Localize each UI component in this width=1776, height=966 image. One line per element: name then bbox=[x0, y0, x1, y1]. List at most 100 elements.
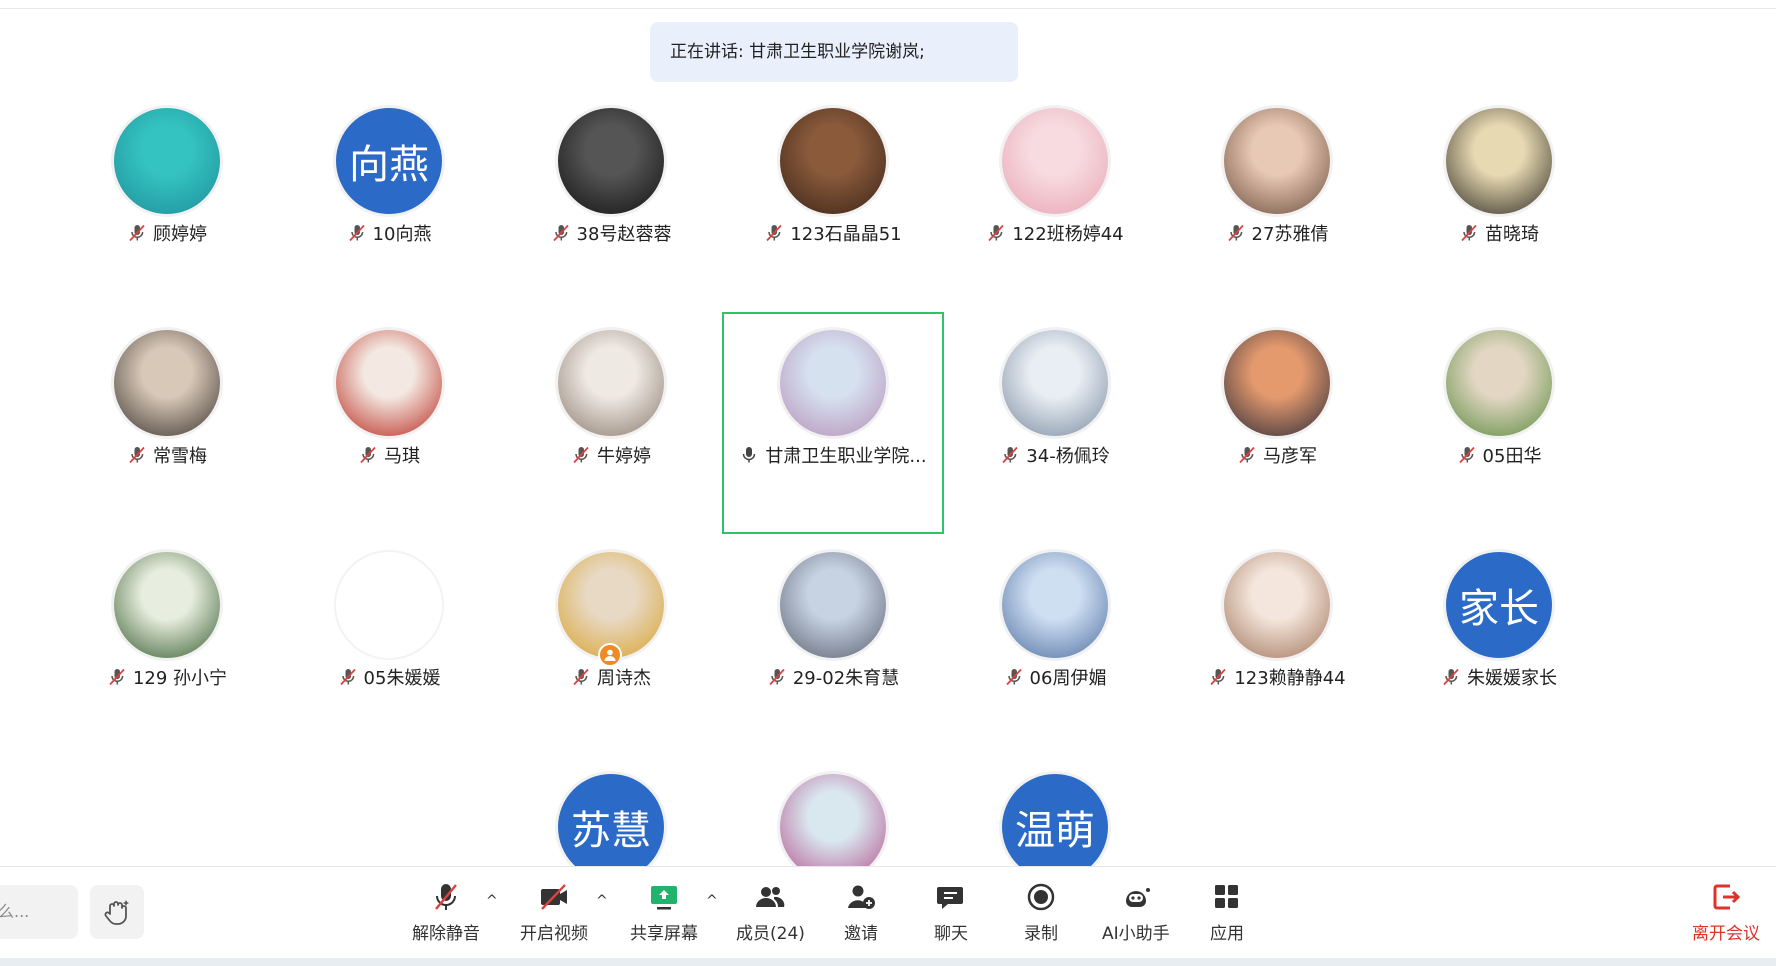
avatar-photo bbox=[1002, 330, 1108, 436]
participant-tile[interactable]: 27苏雅倩 bbox=[1166, 90, 1388, 312]
avatar bbox=[780, 330, 886, 436]
raise-hand-button[interactable] bbox=[90, 885, 144, 939]
participant-name-row: 05田华 bbox=[1388, 440, 1610, 470]
mic-icon bbox=[743, 447, 756, 463]
avatar-photo bbox=[1002, 108, 1108, 214]
participant-tile[interactable]: 苗晓琦 bbox=[1388, 90, 1610, 312]
mic-muted-icon bbox=[573, 668, 589, 686]
participant-name-row: 朱媛媛家长 bbox=[1388, 662, 1610, 692]
avatar-photo bbox=[114, 108, 220, 214]
participant-tile[interactable]: 家长 朱媛媛家长 bbox=[1388, 534, 1610, 756]
participant-tile[interactable]: 38号赵蓉蓉 bbox=[500, 90, 722, 312]
chat-button[interactable]: 聊天 bbox=[934, 881, 968, 951]
apps-icon bbox=[1215, 885, 1238, 908]
leave-icon bbox=[1713, 884, 1741, 910]
mic-muted-icon bbox=[129, 224, 145, 242]
participant-name-row: 牛婷婷 bbox=[500, 440, 722, 470]
participant-name: 苗晓琦 bbox=[1485, 224, 1539, 245]
participant-name: 29-02朱育慧 bbox=[792, 668, 900, 689]
participant-tile[interactable]: 顾婷婷 bbox=[56, 90, 278, 312]
invite-button[interactable]: 邀请 bbox=[844, 881, 878, 951]
avatar-photo bbox=[114, 552, 220, 658]
participant-name: 10向燕 bbox=[372, 224, 432, 245]
video-options-caret[interactable]: ^ bbox=[596, 893, 608, 909]
participant-tile[interactable]: 123石晶晶51 bbox=[722, 90, 944, 312]
participant-tile[interactable]: 06周伊媚 bbox=[944, 534, 1166, 756]
participant-name-row: 29-02朱育慧 bbox=[722, 662, 944, 692]
avatar-photo bbox=[336, 330, 442, 436]
participant-name-row: 27苏雅倩 bbox=[1166, 218, 1388, 248]
participant-tile[interactable] bbox=[722, 756, 944, 866]
start-video-button[interactable]: 开启视频 bbox=[520, 881, 588, 951]
start-video-label: 开启视频 bbox=[520, 924, 588, 944]
chat-input[interactable]: 么... bbox=[0, 885, 78, 939]
mic-muted-icon bbox=[435, 884, 457, 910]
participant-name-row: 05朱媛媛 bbox=[278, 662, 500, 692]
share-screen-button[interactable]: 共享屏幕 bbox=[630, 881, 698, 951]
participant-tile[interactable]: 马彦军 bbox=[1166, 312, 1388, 534]
avatar bbox=[1224, 330, 1330, 436]
members-button[interactable]: 成员(24) bbox=[736, 881, 805, 951]
participant-tile[interactable]: 122班杨婷44 bbox=[944, 90, 1166, 312]
participant-tile[interactable]: 温萌 bbox=[944, 756, 1166, 866]
avatar-photo bbox=[1224, 330, 1330, 436]
participant-tile[interactable]: 苏慧 bbox=[500, 756, 722, 866]
participant-name: 朱媛媛家长 bbox=[1467, 668, 1557, 689]
participant-name-row: 34-杨佩玲 bbox=[944, 440, 1166, 470]
participant-tile[interactable]: 向燕 10向燕 bbox=[278, 90, 500, 312]
participant-tile[interactable]: 129 孙小宁 bbox=[56, 534, 278, 756]
avatar bbox=[1002, 330, 1108, 436]
participant-tile[interactable]: 123赖静静44 bbox=[1166, 534, 1388, 756]
avatar-photo bbox=[780, 108, 886, 214]
avatar-photo bbox=[114, 330, 220, 436]
participant-name: 常雪梅 bbox=[153, 446, 207, 467]
participant-name: 马琪 bbox=[384, 446, 420, 467]
participant-name-row: 06周伊媚 bbox=[944, 662, 1166, 692]
avatar-photo bbox=[1002, 552, 1108, 658]
apps-button[interactable]: 应用 bbox=[1210, 881, 1244, 951]
participant-tile[interactable]: 34-杨佩玲 bbox=[944, 312, 1166, 534]
participant-name-row: 常雪梅 bbox=[56, 440, 278, 470]
participant-name-row: 38号赵蓉蓉 bbox=[500, 218, 722, 248]
participant-tile[interactable]: 29-02朱育慧 bbox=[722, 534, 944, 756]
avatar-photo bbox=[780, 330, 886, 436]
avatar bbox=[780, 108, 886, 214]
avatar-photo bbox=[780, 552, 886, 658]
avatar bbox=[1446, 108, 1552, 214]
participant-name: 27苏雅倩 bbox=[1251, 224, 1329, 245]
avatar bbox=[780, 552, 886, 658]
mic-muted-icon bbox=[1461, 224, 1477, 242]
audio-options-caret[interactable]: ^ bbox=[486, 893, 498, 909]
participant-name: 马彦军 bbox=[1263, 446, 1317, 467]
members-icon bbox=[756, 887, 785, 907]
mic-muted-icon bbox=[552, 224, 569, 242]
avatar bbox=[1002, 108, 1108, 214]
unmute-button[interactable]: 解除静音 bbox=[412, 881, 480, 951]
participant-name-row: 顾婷婷 bbox=[56, 218, 278, 248]
share-options-caret[interactable]: ^ bbox=[706, 893, 718, 909]
ai-assistant-label: AI小助手 bbox=[1102, 924, 1170, 944]
participant-tile-active-speaker[interactable]: 甘肃卫生职业学院... bbox=[722, 312, 944, 534]
avatar-photo bbox=[1224, 552, 1330, 658]
participant-name-row: 周诗杰 bbox=[500, 662, 722, 692]
participant-tile[interactable]: 马琪 bbox=[278, 312, 500, 534]
participant-name: 牛婷婷 bbox=[597, 446, 651, 467]
mic-muted-icon bbox=[573, 446, 589, 464]
participant-name: 05朱媛媛 bbox=[363, 668, 441, 689]
participant-name-row: 123赖静静44 bbox=[1166, 662, 1388, 692]
mic-muted-icon bbox=[1443, 668, 1459, 686]
avatar bbox=[1224, 552, 1330, 658]
participant-tile[interactable]: 05田华 bbox=[1388, 312, 1610, 534]
mic-muted-icon bbox=[769, 668, 785, 686]
members-label: 成员(24) bbox=[736, 924, 805, 944]
leave-meeting-button[interactable]: 离开会议 bbox=[1692, 881, 1760, 951]
ai-assistant-button[interactable]: AI小助手 bbox=[1102, 881, 1170, 951]
avatar bbox=[114, 108, 220, 214]
participant-tile[interactable]: 牛婷婷 bbox=[500, 312, 722, 534]
participant-tile[interactable]: 常雪梅 bbox=[56, 312, 278, 534]
record-button[interactable]: 录制 bbox=[1024, 881, 1058, 951]
share-screen-label: 共享屏幕 bbox=[630, 924, 698, 944]
participant-tile[interactable]: 05朱媛媛 bbox=[278, 534, 500, 756]
participant-name: 06周伊媚 bbox=[1029, 668, 1107, 689]
participant-tile[interactable]: 周诗杰 bbox=[500, 534, 722, 756]
